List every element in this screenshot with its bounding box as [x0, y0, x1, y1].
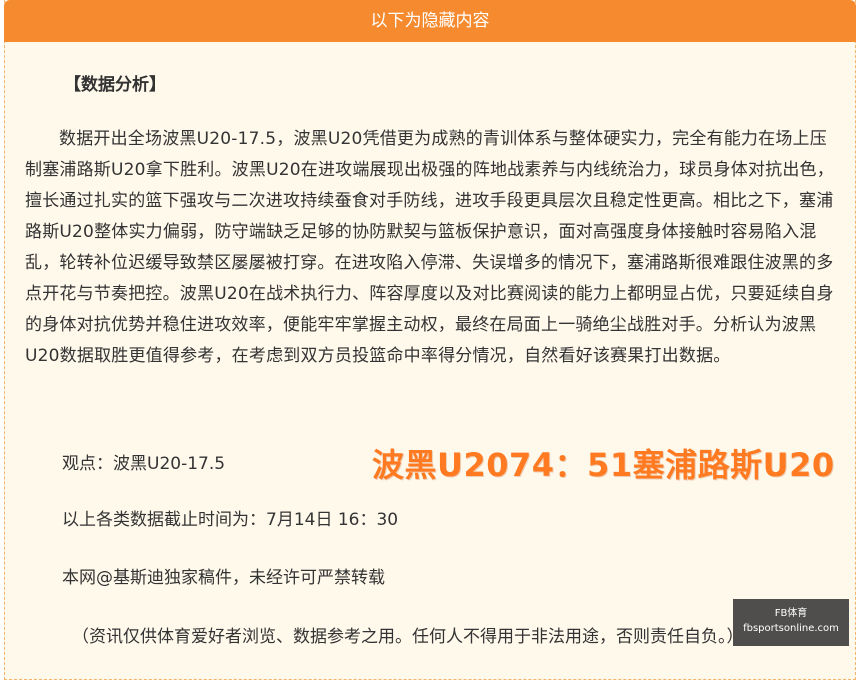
- viewpoint-line: 观点：波黑U20-17.5: [62, 454, 226, 474]
- score-overlay: 波黑U2074：51塞浦路斯U20: [372, 446, 835, 484]
- site-watermark: FB体育 fbsportsonline.com: [733, 599, 849, 646]
- cutoff-time-line: 以上各类数据截止时间为：7月14日 16：30: [62, 510, 399, 530]
- header-title: 以下为隐藏内容: [370, 11, 490, 31]
- watermark-url: fbsportsonline.com: [743, 623, 839, 634]
- copyright-line: 本网@基斯迪独家稿件，未经许可严禁转载: [62, 568, 385, 588]
- watermark-title: FB体育: [774, 608, 808, 619]
- disclaimer-line: （资讯仅供体育爱好者浏览、数据参考之用。任何人不得用于非法用途，否则责任自负。）: [72, 627, 744, 647]
- analysis-paragraph: 数据开出全场波黑U20-17.5，波黑U20凭借更为成熟的青训体系与整体硬实力，…: [25, 129, 834, 366]
- hidden-content-header: 以下为隐藏内容: [4, 0, 856, 42]
- section-title: 【数据分析】: [64, 75, 166, 95]
